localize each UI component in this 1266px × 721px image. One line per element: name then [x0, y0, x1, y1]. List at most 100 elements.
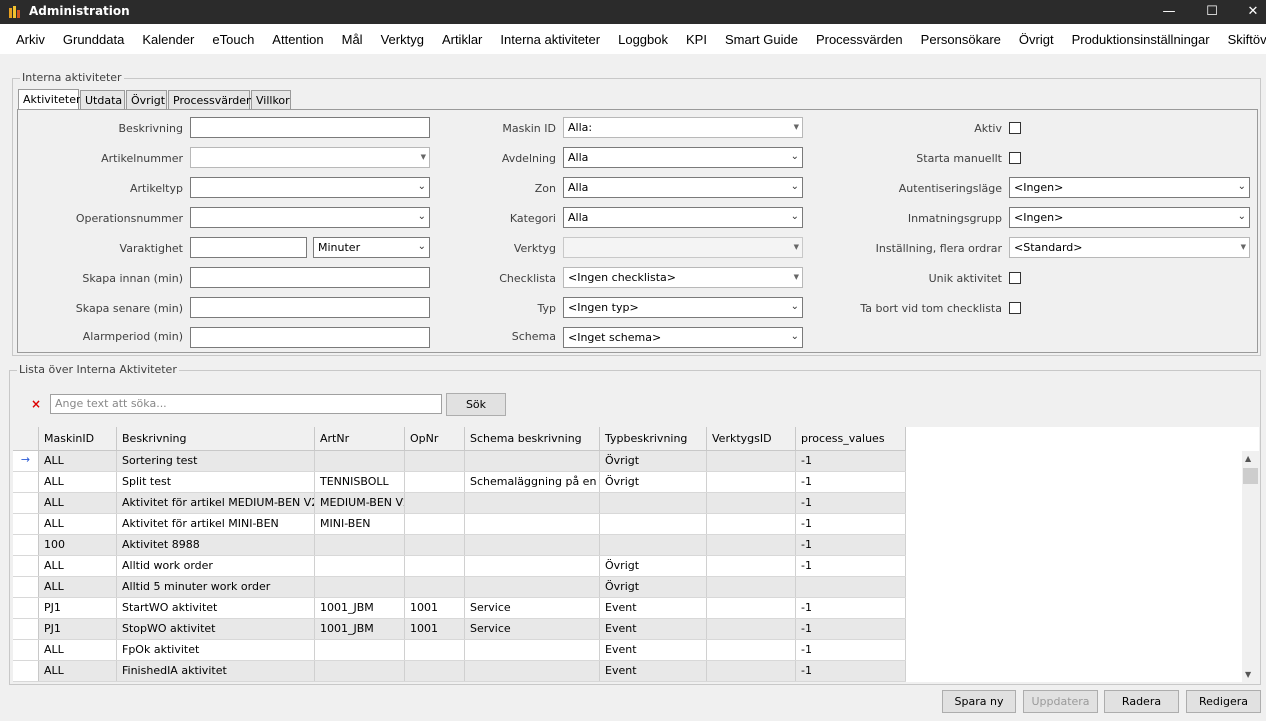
row-header[interactable] — [13, 577, 39, 597]
row-header[interactable] — [13, 535, 39, 555]
current-row-arrow-icon[interactable]: → — [13, 451, 39, 471]
cell-schema-beskrivning[interactable] — [465, 556, 600, 576]
varaktighet-unit-select[interactable]: Minuter ⌄ — [313, 237, 430, 258]
row-header[interactable] — [13, 556, 39, 576]
beskrivning-input[interactable] — [190, 117, 430, 138]
cell-maskinid[interactable]: PJ1 — [39, 619, 117, 639]
close-button[interactable]: ✕ — [1231, 0, 1266, 24]
cell-typbeskrivning[interactable]: Övrigt — [600, 556, 707, 576]
cell-schema-beskrivning[interactable] — [465, 661, 600, 681]
table-row[interactable]: 100 Aktivitet 8988 -1 — [13, 535, 906, 556]
cell-opnr[interactable]: 1001 — [405, 598, 465, 618]
menu-loggbok[interactable]: Loggbok — [609, 32, 677, 47]
menu-arkiv[interactable]: Arkiv — [7, 32, 54, 47]
cell-maskinid[interactable]: ALL — [39, 493, 117, 513]
menu-produktionsinstallningar[interactable]: Produktionsinställningar — [1063, 32, 1219, 47]
kategori-select[interactable]: Alla ⌄ — [563, 207, 803, 228]
cell-opnr[interactable] — [405, 556, 465, 576]
table-row[interactable]: ALL Alltid 5 minuter work order Övrigt — [13, 577, 906, 598]
row-header[interactable] — [13, 619, 39, 639]
maximize-button[interactable]: ☐ — [1190, 0, 1234, 24]
menu-grunddata[interactable]: Grunddata — [54, 32, 133, 47]
cell-process-values[interactable]: -1 — [796, 514, 906, 534]
menu-verktyg[interactable]: Verktyg — [372, 32, 433, 47]
cell-beskrivning[interactable]: Aktivitet för artikel MINI-BEN — [117, 514, 315, 534]
cell-verktygsid[interactable] — [707, 577, 796, 597]
cell-artnr[interactable]: MINI-BEN — [315, 514, 405, 534]
autentiseringslage-select[interactable]: <Ingen> ⌄ — [1009, 177, 1250, 198]
clear-search-icon[interactable]: × — [31, 397, 41, 411]
cell-verktygsid[interactable] — [707, 514, 796, 534]
cell-schema-beskrivning[interactable]: Service — [465, 598, 600, 618]
cell-schema-beskrivning[interactable]: Service — [465, 619, 600, 639]
tab-villkor[interactable]: Villkor — [251, 90, 291, 110]
cell-process-values[interactable]: -1 — [796, 472, 906, 492]
cell-artnr[interactable] — [315, 577, 405, 597]
cell-typbeskrivning[interactable]: Event — [600, 619, 707, 639]
cell-beskrivning[interactable]: Aktivitet för artikel MEDIUM-BEN V23 — [117, 493, 315, 513]
menu-attention[interactable]: Attention — [263, 32, 332, 47]
row-header[interactable] — [13, 598, 39, 618]
cell-schema-beskrivning[interactable] — [465, 451, 600, 471]
uppdatera-button[interactable]: Uppdatera — [1023, 690, 1098, 713]
cell-typbeskrivning[interactable]: Event — [600, 598, 707, 618]
cell-typbeskrivning[interactable] — [600, 535, 707, 555]
cell-typbeskrivning[interactable] — [600, 493, 707, 513]
cell-process-values[interactable]: -1 — [796, 661, 906, 681]
search-input[interactable]: Ange text att söka... — [50, 394, 442, 414]
table-row[interactable]: ALL Aktivitet för artikel MINI-BEN MINI-BE… — [13, 514, 906, 535]
cell-schema-beskrivning[interactable] — [465, 535, 600, 555]
cell-typbeskrivning[interactable]: Övrigt — [600, 472, 707, 492]
menu-kpi[interactable]: KPI — [677, 32, 716, 47]
cell-artnr[interactable]: 1001_JBM — [315, 619, 405, 639]
avdelning-select[interactable]: Alla ⌄ — [563, 147, 803, 168]
menu-mal[interactable]: Mål — [333, 32, 372, 47]
cell-verktygsid[interactable] — [707, 556, 796, 576]
cell-beskrivning[interactable]: Sortering test — [117, 451, 315, 471]
cell-schema-beskrivning[interactable] — [465, 640, 600, 660]
cell-beskrivning[interactable]: FpOk aktivitet — [117, 640, 315, 660]
col-header-schema-beskrivning[interactable]: Schema beskrivning — [465, 427, 600, 451]
table-row[interactable]: ALL FpOk aktivitet Event -1 — [13, 640, 906, 661]
menu-interna-aktiviteter[interactable]: Interna aktiviteter — [491, 32, 609, 47]
cell-beskrivning[interactable]: Alltid 5 minuter work order — [117, 577, 315, 597]
row-header[interactable] — [13, 472, 39, 492]
cell-maskinid[interactable]: ALL — [39, 451, 117, 471]
skapa-senare-input[interactable] — [190, 297, 430, 318]
scroll-up-icon[interactable]: ▲ — [1245, 454, 1251, 463]
operationsnummer-select[interactable]: ⌄ — [190, 207, 430, 228]
redigera-button[interactable]: Redigera — [1186, 690, 1261, 713]
menu-artiklar[interactable]: Artiklar — [433, 32, 491, 47]
tab-ovrigt[interactable]: Övrigt — [126, 90, 167, 110]
cell-beskrivning[interactable]: Aktivitet 8988 — [117, 535, 315, 555]
cell-beskrivning[interactable]: StartWO aktivitet — [117, 598, 315, 618]
cell-opnr[interactable] — [405, 472, 465, 492]
col-header-beskrivning[interactable]: Beskrivning — [117, 427, 315, 451]
row-header[interactable] — [13, 493, 39, 513]
cell-artnr[interactable] — [315, 535, 405, 555]
cell-opnr[interactable] — [405, 577, 465, 597]
row-header[interactable] — [13, 661, 39, 681]
cell-typbeskrivning[interactable]: Övrigt — [600, 451, 707, 471]
tab-utdata[interactable]: Utdata — [80, 90, 125, 110]
minimize-button[interactable]: — — [1147, 0, 1191, 24]
cell-artnr[interactable] — [315, 556, 405, 576]
menu-personsokare[interactable]: Personsökare — [912, 32, 1010, 47]
radera-button[interactable]: Radera — [1104, 690, 1179, 713]
cell-process-values[interactable]: -1 — [796, 535, 906, 555]
col-header-opnr[interactable]: OpNr — [405, 427, 465, 451]
cell-typbeskrivning[interactable] — [600, 514, 707, 534]
cell-artnr[interactable] — [315, 451, 405, 471]
cell-typbeskrivning[interactable]: Event — [600, 661, 707, 681]
cell-artnr[interactable] — [315, 640, 405, 660]
cell-process-values[interactable] — [796, 577, 906, 597]
col-header-artnr[interactable]: ArtNr — [315, 427, 405, 451]
menu-processvarden[interactable]: Processvärden — [807, 32, 912, 47]
cell-typbeskrivning[interactable]: Event — [600, 640, 707, 660]
row-header[interactable] — [13, 514, 39, 534]
cell-process-values[interactable]: -1 — [796, 640, 906, 660]
cell-opnr[interactable] — [405, 535, 465, 555]
spara-ny-button[interactable]: Spara ny — [942, 690, 1016, 713]
zon-select[interactable]: Alla ⌄ — [563, 177, 803, 198]
tab-aktiviteter[interactable]: Aktiviteter — [18, 89, 81, 111]
